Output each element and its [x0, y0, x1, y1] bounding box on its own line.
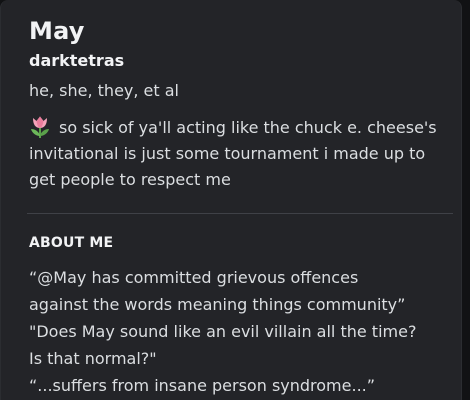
display-name: May — [29, 17, 85, 45]
about-line: Is that normal?" — [29, 349, 157, 368]
username[interactable]: darktetras — [29, 50, 445, 72]
custom-status: so sick of ya'll acting like the chuck e… — [29, 115, 449, 193]
about-line: "Does May sound like an evil villain all… — [29, 322, 417, 341]
status-text: so sick of ya'll acting like the chuck e… — [29, 118, 437, 189]
about-me-title: ABOUT ME — [29, 235, 114, 251]
divider — [27, 213, 453, 214]
about-line: against the words meaning things communi… — [29, 295, 406, 314]
about-me-text: “@May has committed grievous offences ag… — [29, 264, 459, 399]
pronouns: he, she, they, et al — [29, 81, 179, 100]
about-line: “@May has committed grievous offences — [29, 268, 359, 287]
profile-card: May darktetras he, she, they, et al so s… — [0, 0, 462, 400]
about-line: “...suffers from insane person syndrome.… — [29, 376, 376, 395]
tulip-icon — [31, 116, 49, 138]
